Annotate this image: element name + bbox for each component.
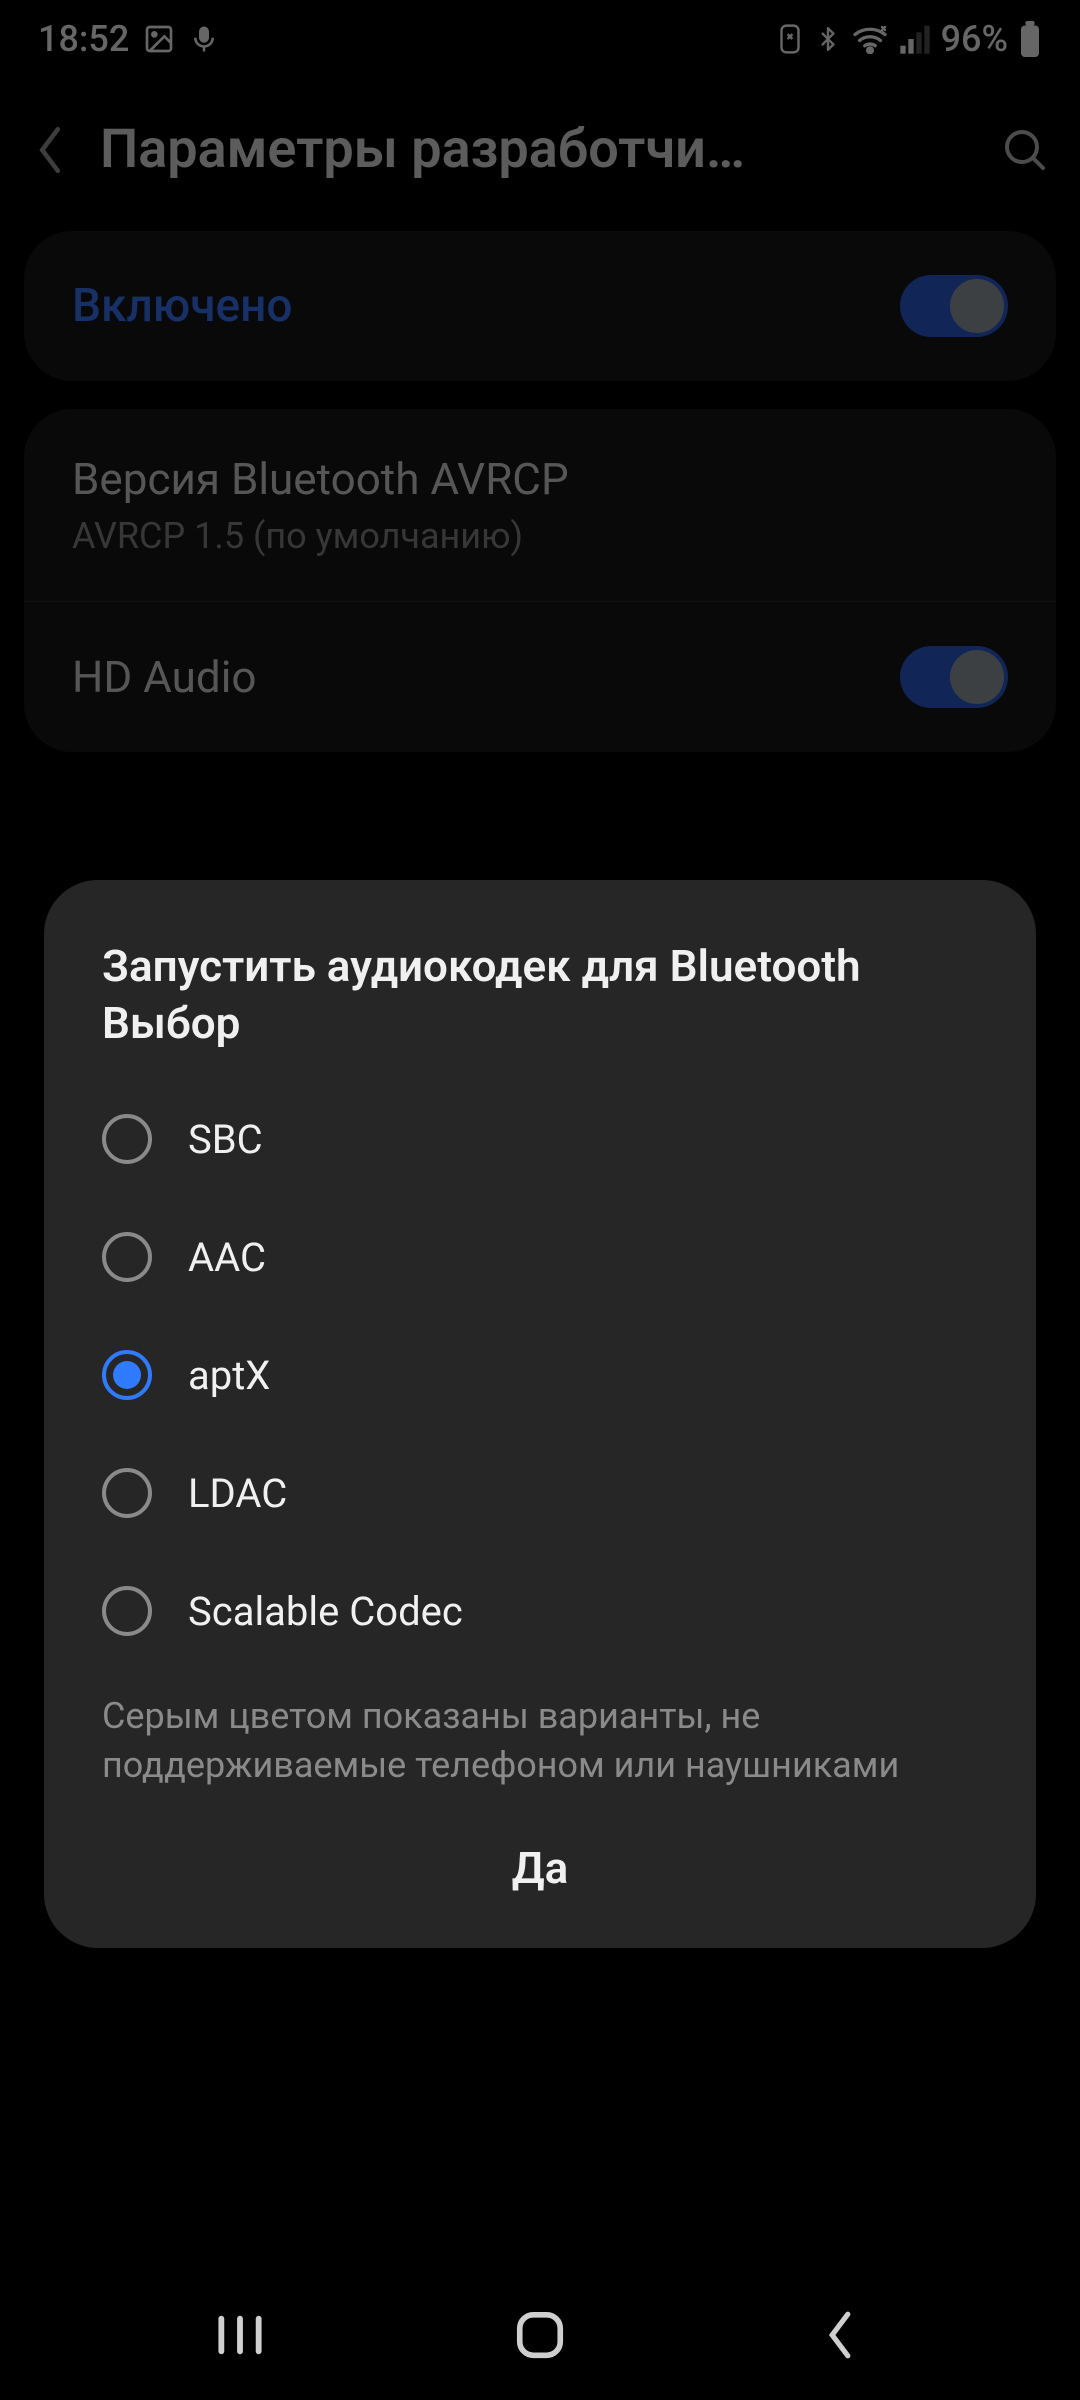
radio-icon [102,1232,152,1282]
option-aac[interactable]: AAC [44,1198,1036,1316]
radio-icon [102,1350,152,1400]
option-label: aptX [188,1352,270,1399]
radio-icon [102,1468,152,1518]
dialog-note: Серым цветом показаны варианты, не подде… [44,1670,1036,1799]
option-label: Scalable Codec [188,1588,463,1635]
dialog-title: Запустить аудиокодек для Bluetooth Выбор [44,938,1036,1080]
back-nav-button[interactable] [780,2300,900,2370]
option-ldac[interactable]: LDAC [44,1434,1036,1552]
option-label: LDAC [188,1470,287,1517]
option-scalable[interactable]: Scalable Codec [44,1552,1036,1670]
codec-dialog: Запустить аудиокодек для Bluetooth Выбор… [44,880,1036,1948]
radio-icon [102,1114,152,1164]
option-aptx[interactable]: aptX [44,1316,1036,1434]
home-button[interactable] [480,2300,600,2370]
option-label: SBC [188,1116,263,1163]
nav-bar [0,2270,1080,2400]
recents-button[interactable] [180,2300,300,2370]
option-label: AAC [188,1234,266,1281]
dialog-actions: Да [44,1800,1036,1918]
confirm-button[interactable]: Да [512,1842,569,1894]
option-sbc[interactable]: SBC [44,1080,1036,1198]
radio-icon [102,1586,152,1636]
